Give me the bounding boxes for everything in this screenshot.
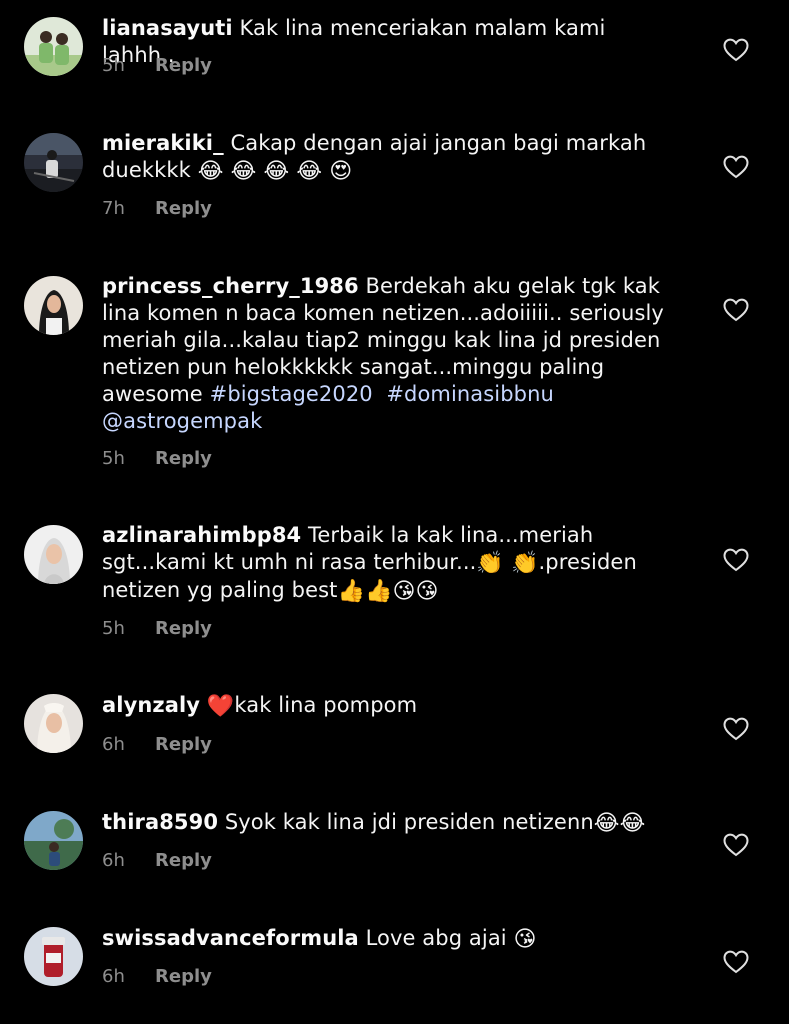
reply-button[interactable]: Reply	[155, 448, 212, 469]
avatar[interactable]	[24, 17, 83, 76]
emoji-group: 😂😂	[593, 811, 646, 836]
mention-link[interactable]: @astrogempak	[102, 409, 262, 433]
heart-outline-icon[interactable]	[723, 38, 749, 62]
comment-meta: 5h Reply	[102, 617, 212, 641]
avatar[interactable]	[24, 525, 83, 584]
reply-button[interactable]: Reply	[155, 734, 212, 755]
comment-meta: 5h Reply	[102, 447, 212, 471]
avatar[interactable]	[24, 927, 83, 986]
hashtag-link[interactable]: #dominasibbnu	[386, 382, 554, 406]
comment-content: Love abg ajai	[365, 926, 507, 950]
comment-text: swissadvanceformula Love abg ajai 😘	[102, 925, 677, 953]
timestamp: 5h	[102, 618, 125, 639]
emoji-group: 👏 👏	[476, 551, 539, 576]
comment-text: thira8590 Syok kak lina jdi presiden net…	[102, 809, 677, 837]
username[interactable]: swissadvanceformula	[102, 926, 359, 950]
comment-meta: 6h Reply	[102, 733, 212, 757]
emoji-group: 😘	[513, 927, 537, 952]
reply-button[interactable]: Reply	[155, 55, 212, 76]
timestamp: 6h	[102, 734, 125, 755]
timestamp: 6h	[102, 850, 125, 871]
timestamp: 5h	[102, 448, 125, 469]
avatar[interactable]	[24, 133, 83, 192]
comment-text: mierakiki_ Cakap dengan ajai jangan bagi…	[102, 130, 677, 185]
timestamp: 7h	[102, 198, 125, 219]
comment-text: princess_cherry_1986 Berdekah aku gelak …	[102, 273, 677, 435]
heart-emoji: ❤️	[206, 694, 235, 719]
comment-meta: 5h Reply	[102, 54, 212, 78]
avatar[interactable]	[24, 694, 83, 753]
comment-meta: 6h Reply	[102, 849, 212, 873]
avatar[interactable]	[24, 811, 83, 870]
reply-button[interactable]: Reply	[155, 966, 212, 987]
heart-outline-icon[interactable]	[723, 155, 749, 179]
timestamp: 5h	[102, 55, 125, 76]
comment-content: Syok kak lina jdi presiden netizenn	[224, 810, 594, 834]
username[interactable]: azlinarahimbp84	[102, 523, 301, 547]
avatar[interactable]	[24, 276, 83, 335]
reply-button[interactable]: Reply	[155, 618, 212, 639]
emoji-group: 👍👍😘😘	[337, 579, 439, 604]
timestamp: 6h	[102, 966, 125, 987]
username[interactable]: lianasayuti	[102, 16, 233, 40]
emoji-group: 😂 😂 😂 😂 😍	[197, 159, 353, 184]
heart-outline-icon[interactable]	[723, 717, 749, 741]
username[interactable]: mierakiki_	[102, 131, 224, 155]
comment-text: azlinarahimbp84 Terbaik la kak lina...me…	[102, 522, 677, 605]
reply-button[interactable]: Reply	[155, 198, 212, 219]
username[interactable]: princess_cherry_1986	[102, 274, 359, 298]
heart-outline-icon[interactable]	[723, 950, 749, 974]
heart-outline-icon[interactable]	[723, 298, 749, 322]
comment-text: alynzaly ❤️kak lina pompom	[102, 692, 677, 720]
comment-meta: 6h Reply	[102, 965, 212, 989]
reply-button[interactable]: Reply	[155, 850, 212, 871]
username[interactable]: alynzaly	[102, 693, 200, 717]
heart-outline-icon[interactable]	[723, 833, 749, 857]
heart-outline-icon[interactable]	[723, 548, 749, 572]
username[interactable]: thira8590	[102, 810, 218, 834]
hashtag-link[interactable]: #bigstage2020	[210, 382, 373, 406]
comment-meta: 7h Reply	[102, 197, 212, 221]
comment-content: kak lina pompom	[234, 693, 418, 717]
